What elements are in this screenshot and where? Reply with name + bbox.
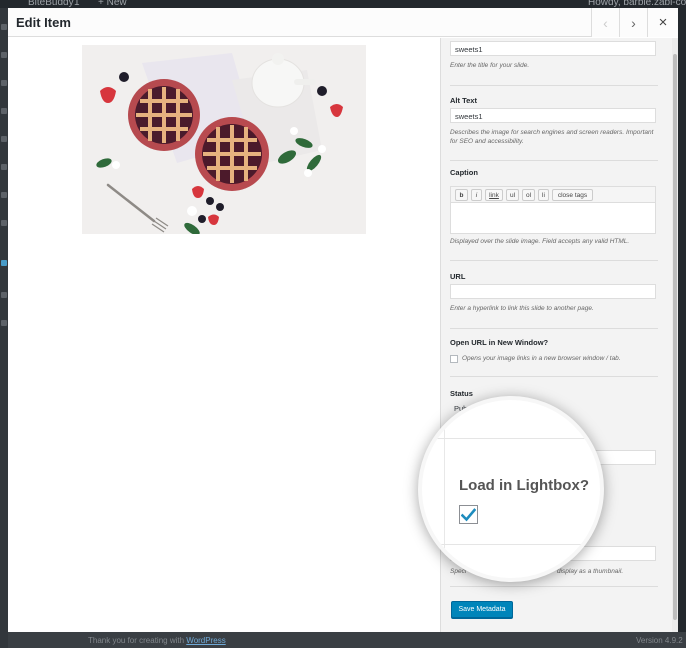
- previous-item-button[interactable]: ‹: [591, 8, 619, 37]
- magnifier-callout: Load in Lightbox?: [418, 396, 604, 582]
- posts-icon[interactable]: [1, 52, 7, 58]
- title-input[interactable]: sweets1: [450, 41, 656, 56]
- users-icon[interactable]: [1, 220, 7, 226]
- collapse-menu-icon[interactable]: [1, 320, 7, 326]
- load-in-lightbox-checkbox[interactable]: [459, 505, 478, 524]
- account-greeting[interactable]: Howdy, barbie.zabl-com: [588, 0, 686, 8]
- wp-admin-bar: BiteBuddy 1 + New Howdy, barbie.zabl-com: [0, 0, 686, 8]
- divider: [450, 85, 658, 86]
- ol-button[interactable]: ol: [522, 189, 535, 201]
- wp-admin-sidebar: [0, 8, 8, 648]
- site-name-link[interactable]: BiteBuddy: [28, 0, 74, 8]
- link-button[interactable]: link: [485, 189, 503, 201]
- save-metadata-button[interactable]: Save Metadata: [451, 601, 513, 618]
- close-modal-button[interactable]: ×: [647, 8, 678, 37]
- comments-link[interactable]: 1: [74, 0, 80, 8]
- dashboard-icon[interactable]: [1, 24, 7, 30]
- url-help: Enter a hyperlink to link this slide to …: [450, 305, 594, 312]
- divider: [450, 586, 658, 587]
- caption-label: Caption: [450, 168, 478, 177]
- url-label: URL: [450, 272, 466, 281]
- load-in-lightbox-label: Load in Lightbox?: [459, 477, 589, 494]
- alt-text-help: Describes the image for search engines a…: [450, 129, 654, 145]
- alt-text-input[interactable]: sweets1: [450, 108, 656, 123]
- magnified-panel-edge: [444, 400, 445, 578]
- new-window-checkbox[interactable]: [450, 355, 458, 363]
- appearance-icon[interactable]: [1, 164, 7, 170]
- modal-header: Edit Item ‹ › ×: [8, 8, 678, 37]
- caption-toolbar: b i link ul ol li close tags: [450, 186, 656, 203]
- pages-icon[interactable]: [1, 108, 7, 114]
- footer-version: Version 4.9.2: [636, 636, 683, 645]
- caption-help: Displayed over the slide image. Field ac…: [450, 238, 630, 245]
- next-item-button[interactable]: ›: [619, 8, 647, 37]
- magnified-divider: [422, 544, 600, 545]
- modal-title: Edit Item: [16, 15, 71, 30]
- divider: [450, 376, 658, 377]
- url-input[interactable]: [450, 284, 656, 299]
- status-label: Status: [450, 389, 473, 398]
- footer-thanks: Thank you for creating with WordPress: [88, 636, 226, 645]
- image-preview-pane: [8, 38, 440, 632]
- media-icon[interactable]: [1, 80, 7, 86]
- plugins-icon[interactable]: [1, 192, 7, 198]
- new-window-label: Open URL in New Window?: [450, 338, 549, 347]
- comments-icon[interactable]: [1, 136, 7, 142]
- magnified-divider: [422, 438, 600, 439]
- ul-button[interactable]: ul: [506, 189, 519, 201]
- wordpress-link[interactable]: WordPress: [186, 636, 225, 645]
- slider-plugin-icon[interactable]: [1, 260, 7, 266]
- bold-button[interactable]: b: [455, 189, 468, 201]
- slide-image: [82, 45, 366, 234]
- checkmark-icon: [461, 507, 476, 521]
- chevron-right-icon: ›: [631, 14, 636, 31]
- new-content-link[interactable]: + New: [98, 0, 127, 8]
- divider: [450, 160, 658, 161]
- li-button[interactable]: li: [538, 189, 549, 201]
- close-tags-button[interactable]: close tags: [552, 189, 593, 201]
- divider: [450, 260, 658, 261]
- italic-button[interactable]: i: [471, 189, 482, 201]
- close-icon: ×: [658, 14, 668, 31]
- alt-text-label: Alt Text: [450, 96, 477, 105]
- title-help: Enter the title for your slide.: [450, 62, 530, 69]
- new-window-help: Opens your image links in a new browser …: [462, 355, 621, 362]
- thumbnail-help-end: display as a thumbnail.: [557, 568, 624, 575]
- panel-scrollbar[interactable]: [672, 38, 678, 632]
- caption-textarea[interactable]: [450, 202, 656, 234]
- wp-footer: Thank you for creating with WordPress Ve…: [8, 632, 686, 648]
- settings-icon[interactable]: [1, 292, 7, 298]
- divider: [450, 328, 658, 329]
- chevron-left-icon: ‹: [603, 14, 608, 31]
- scrollbar-thumb[interactable]: [673, 54, 677, 620]
